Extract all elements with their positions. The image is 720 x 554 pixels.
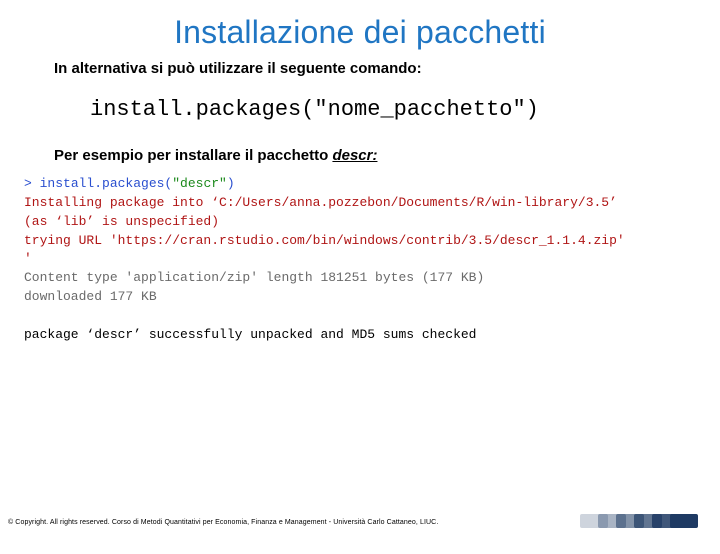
intro-paragraph: In alternativa si può utilizzare il segu… — [54, 59, 680, 79]
console-line: ' — [24, 251, 32, 266]
console-line: (as ‘lib’ is unspecified) — [24, 214, 219, 229]
package-name: descr: — [332, 147, 377, 164]
page-title: Installazione dei pacchetti — [0, 14, 720, 51]
footer-decoration — [578, 514, 698, 528]
example-text: Per esempio per installare il pacchetto — [54, 147, 332, 164]
console-fn-close: ) — [227, 176, 235, 191]
console-line: Content type 'application/zip' length 18… — [24, 270, 484, 285]
slide: Installazione dei pacchetti In alternati… — [0, 14, 720, 554]
console-line: package ‘descr’ successfully unpacked an… — [24, 327, 476, 342]
copyright-footer: © Copyright. All rights reserved. Corso … — [8, 519, 438, 526]
example-paragraph: Per esempio per installare il pacchetto … — [54, 146, 680, 166]
console-prompt: > — [24, 176, 40, 191]
console-fn: install.packages( — [40, 176, 173, 191]
console-arg: "descr" — [172, 176, 227, 191]
console-line: Installing package into ‘C:/Users/anna.p… — [24, 195, 617, 210]
r-console-output: > install.packages("descr") Installing p… — [24, 175, 720, 345]
code-sample: install.packages("nome_pacchetto") — [90, 97, 720, 122]
console-line: downloaded 177 KB — [24, 289, 157, 304]
console-line: trying URL 'https://cran.rstudio.com/bin… — [24, 233, 625, 248]
